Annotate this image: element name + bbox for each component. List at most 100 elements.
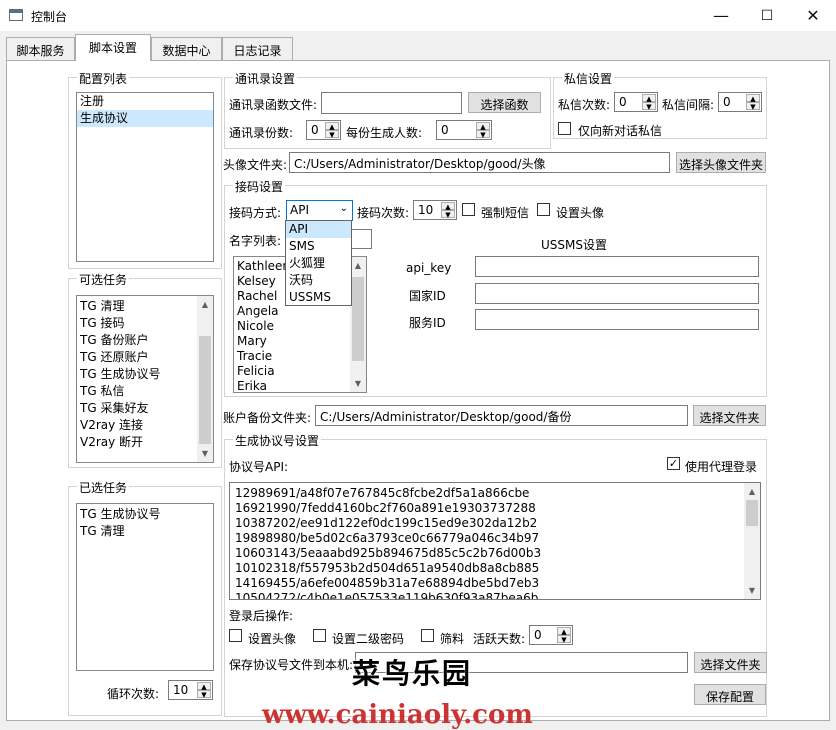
name-list-label: 名字列表: [229,234,282,248]
list-item[interactable]: TG 私信 [77,383,213,400]
dm-times-spinner[interactable]: 0 ▲ ▼ [614,92,658,112]
backup-folder-input[interactable]: C:/Users/Administrator/Desktop/good/备份 [315,405,688,426]
spin-down-icon[interactable]: ▼ [557,635,571,644]
spin-up-icon[interactable]: ▲ [197,682,211,691]
protocol-api-scrollbar[interactable]: ▲ ▼ [744,483,760,599]
scroll-up-icon[interactable]: ▲ [350,257,366,274]
scroll-down-icon[interactable]: ▼ [197,445,213,462]
dropdown-option[interactable]: SMS [286,238,351,255]
list-item[interactable]: Nicole [234,319,366,334]
list-item[interactable]: TG 采集好友 [77,400,213,417]
contacts-func-file-input[interactable] [321,92,462,114]
list-item[interactable]: Erika [234,379,366,392]
close-icon[interactable]: ✕ [790,0,836,31]
name-list-scrollbar[interactable]: ▲ ▼ [350,257,366,392]
sms-method-select[interactable]: API ⌄ [286,200,353,221]
save-config-button[interactable]: 保存配置 [694,684,766,705]
loop-count-spinner[interactable]: 10 ▲ ▼ [168,680,213,700]
opt-filter-checkbox[interactable] [421,629,434,642]
config-item[interactable]: 注册 [77,93,213,110]
scroll-down-icon[interactable]: ▼ [744,582,760,599]
active-days-spinner[interactable]: 0 ▲ ▼ [529,625,573,645]
spin-down-icon[interactable]: ▼ [325,130,339,139]
scroll-up-icon[interactable]: ▲ [744,483,760,500]
scroll-up-icon[interactable]: ▲ [197,296,213,313]
config-list[interactable]: 注册 生成协议 [76,92,214,262]
per-contact-spinner[interactable]: 0 ▲ ▼ [436,120,492,140]
service-id-input[interactable] [475,309,759,330]
text-line: 10102318/f557953b2d504d651a9540db8a8cb88… [235,561,540,575]
spin-down-icon[interactable]: ▼ [746,102,760,111]
dropdown-option[interactable]: USSMS [286,289,351,306]
tab-script-settings[interactable]: 脚本设置 [75,34,151,61]
sms-method-dropdown[interactable]: API SMS 火狐狸 沃码 USSMS [285,220,352,306]
list-item[interactable]: TG 接码 [77,315,213,332]
service-id-label: 服务ID [409,316,446,330]
text-line: 14169455/a6efe004859b31a7e68894dbe5bd7eb… [235,576,540,590]
contacts-count-spinner[interactable]: 0 ▲ ▼ [306,120,341,140]
per-contact-value: 0 [441,123,449,137]
list-item[interactable]: Angela [234,304,366,319]
list-item[interactable]: V2ray 连接 [77,417,213,434]
select-avatar-folder-button[interactable]: 选择头像文件夹 [676,152,766,173]
text-line: 10603143/5eaaabd925b894675d85c5c2b76d00b… [235,546,542,560]
spin-down-icon[interactable]: ▼ [197,690,211,699]
available-tasks-list[interactable]: TG 清理 TG 接码 TG 备份账户 TG 还原账户 TG 生成协议号 TG … [76,295,214,463]
select-save-folder-button[interactable]: 选择文件夹 [694,652,767,673]
list-item[interactable]: TG 生成协议号 [77,506,213,523]
use-proxy-checkbox[interactable]: ✓ [667,457,680,470]
force-sms-checkbox[interactable] [462,203,475,216]
scroll-thumb[interactable] [746,500,758,526]
selected-tasks-list[interactable]: TG 生成协议号 TG 清理 [76,503,214,671]
dropdown-option[interactable]: API [286,221,351,238]
api-key-input[interactable] [475,256,759,277]
scroll-thumb[interactable] [199,336,211,444]
text-line: 10504272/c4b0e1e057533e119b630f93a87bea6… [235,591,539,600]
country-id-label: 国家ID [409,289,446,303]
spin-down-icon[interactable]: ▼ [441,210,455,219]
spin-up-icon[interactable]: ▲ [642,94,656,103]
watermark-text: 菜鸟乐园 [352,657,473,690]
spin-down-icon[interactable]: ▼ [642,102,656,111]
list-item[interactable]: TG 备份账户 [77,332,213,349]
avatar-folder-input[interactable]: C:/Users/Administrator/Desktop/good/头像 [289,152,670,173]
tab-script-service[interactable]: 脚本服务 [6,37,75,60]
list-item[interactable]: Mary [234,334,366,349]
list-item[interactable]: TG 清理 [77,523,213,540]
sms-times-spinner[interactable]: 10 ▲ ▼ [413,200,457,220]
tab-log[interactable]: 日志记录 [222,37,293,60]
list-item[interactable]: Felicia [234,364,366,379]
maximize-icon[interactable]: ☐ [744,0,790,31]
dm-interval-spinner[interactable]: 0 ▲ ▼ [718,92,762,112]
scroll-thumb[interactable] [352,277,364,361]
dropdown-option[interactable]: 沃码 [286,272,351,289]
opt-set-2fa-checkbox[interactable] [313,629,326,642]
list-item[interactable]: Tracie [234,349,366,364]
dm-interval-label: 私信间隔: [662,98,715,112]
minimize-icon[interactable]: — [698,0,744,31]
spin-up-icon[interactable]: ▲ [746,94,760,103]
opt-set-avatar-checkbox[interactable] [229,629,242,642]
select-function-button[interactable]: 选择函数 [468,92,541,113]
list-item[interactable]: TG 还原账户 [77,349,213,366]
new-dialog-only-checkbox[interactable] [558,122,571,135]
available-tasks-scrollbar[interactable]: ▲ ▼ [197,296,213,462]
dropdown-option[interactable]: 火狐狸 [286,255,351,272]
list-item[interactable]: TG 清理 [77,298,213,315]
protocol-api-textarea[interactable]: 12989691/a48f07e767845c8fcbe2df5a1a866cb… [229,482,761,600]
select-backup-folder-button[interactable]: 选择文件夹 [693,405,766,426]
set-avatar-checkbox[interactable] [537,203,550,216]
tab-data-center[interactable]: 数据中心 [151,37,222,60]
scroll-down-icon[interactable]: ▼ [350,375,366,392]
country-id-input[interactable] [475,283,759,304]
spin-up-icon[interactable]: ▲ [441,202,455,211]
list-item[interactable]: TG 生成协议号 [77,366,213,383]
spin-up-icon[interactable]: ▲ [325,122,339,131]
selected-tasks-title: 已选任务 [77,479,130,496]
list-item[interactable]: V2ray 断开 [77,434,213,451]
spin-down-icon[interactable]: ▼ [476,130,490,139]
config-item[interactable]: 生成协议 [77,110,213,127]
text-line: 12989691/a48f07e767845c8fcbe2df5a1a866cb… [235,486,530,500]
spin-up-icon[interactable]: ▲ [476,122,490,131]
spin-up-icon[interactable]: ▲ [557,627,571,636]
